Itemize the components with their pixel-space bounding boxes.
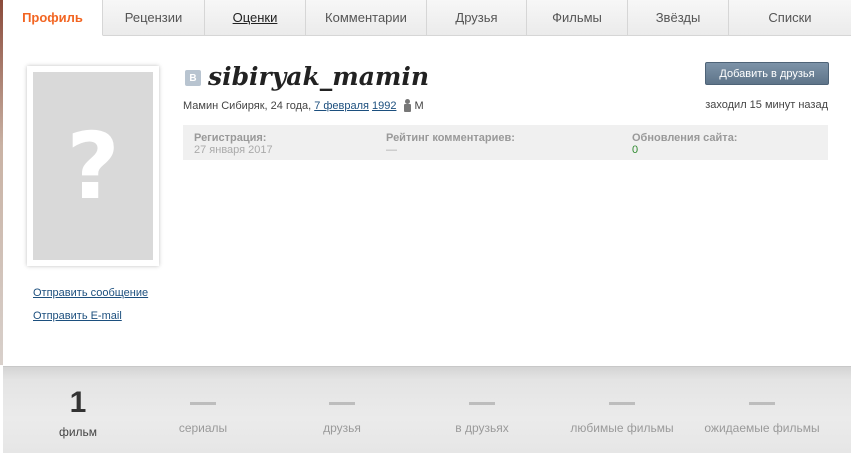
stat-value: —: [386, 144, 397, 156]
counter-label: сериалы: [178, 421, 228, 435]
empty-dash: [469, 402, 495, 405]
stat-label: Регистрация:: [194, 132, 267, 144]
avatar[interactable]: ?: [27, 66, 159, 266]
counters-bar: 1 фильм сериалы друзья в друзьях любимые…: [3, 366, 851, 453]
counter-favorite-films[interactable]: любимые фильмы: [552, 385, 692, 435]
tab-label: Оценки: [232, 10, 278, 25]
empty-dash: [329, 402, 355, 405]
tab-profile[interactable]: Профиль: [3, 0, 103, 36]
profile-username: sibiryak_mamin: [208, 62, 430, 91]
tab-lists[interactable]: Списки: [729, 0, 851, 36]
empty-dash: [190, 402, 216, 405]
stat-site-updates: Обновления сайта: 0: [632, 132, 737, 156]
background-strip: [0, 0, 3, 365]
tab-comments[interactable]: Комментарии: [306, 0, 427, 36]
counter-expected-films[interactable]: ожидаемые фильмы: [692, 385, 832, 435]
avatar-placeholder: ?: [33, 72, 153, 260]
gender-label: М: [414, 99, 424, 112]
last-seen-status: заходил 15 минут назад: [705, 99, 828, 111]
stat-comment-rating: Рейтинг комментариев: —: [386, 132, 515, 156]
profile-stats: Регистрация: 27 января 2017 Рейтинг комм…: [183, 125, 828, 160]
empty-dash: [609, 402, 635, 405]
tab-label: Фильмы: [552, 10, 602, 25]
stat-label: Рейтинг комментариев:: [386, 132, 515, 144]
counter-label: любимые фильмы: [570, 421, 674, 435]
tab-films[interactable]: Фильмы: [527, 0, 628, 36]
counter-friends[interactable]: друзья: [272, 385, 412, 435]
tab-label: Друзья: [455, 10, 498, 25]
stat-value: 27 января 2017: [194, 144, 273, 156]
counter-in-friends[interactable]: в друзьях: [412, 385, 552, 435]
counter-label: в друзьях: [455, 421, 509, 435]
tab-reviews[interactable]: Рецензии: [103, 0, 205, 36]
counter-films[interactable]: 1 фильм: [8, 385, 148, 439]
counter-label: друзья: [323, 421, 361, 435]
tab-ratings[interactable]: Оценки: [205, 0, 306, 36]
tab-stars[interactable]: Звёзды: [628, 0, 729, 36]
question-mark-icon: ?: [66, 112, 120, 220]
empty-dash: [749, 402, 775, 405]
tab-friends[interactable]: Друзья: [427, 0, 527, 36]
counter-label: фильм: [58, 425, 98, 439]
tab-label: Списки: [768, 10, 812, 25]
male-icon: [404, 99, 412, 112]
vk-icon[interactable]: B: [185, 70, 201, 86]
tab-label: Звёзды: [655, 10, 701, 25]
send-message-link[interactable]: Отправить сообщение: [33, 287, 148, 299]
profile-meta: Мамин Сибиряк, 24 года, 7 февраля 1992 М: [183, 99, 424, 112]
counter-value: 1: [69, 386, 87, 419]
tab-label: Рецензии: [124, 10, 183, 25]
birthday-link[interactable]: 7 февраля: [314, 100, 369, 112]
stat-label: Обновления сайта:: [632, 132, 738, 144]
counter-label: ожидаемые фильмы: [704, 421, 820, 435]
send-email-link[interactable]: Отправить E-mail: [33, 310, 122, 322]
tab-label: Комментарии: [325, 10, 407, 25]
tab-label: Профиль: [22, 10, 83, 25]
profile-tabs: Профиль Рецензии Оценки Комментарии Друз…: [3, 0, 851, 36]
name-age: Мамин Сибиряк, 24 года,: [183, 99, 312, 112]
stat-value: 0: [632, 144, 639, 156]
birth-year-link[interactable]: 1992: [372, 100, 396, 112]
counter-series[interactable]: сериалы: [133, 385, 273, 435]
add-friend-button[interactable]: Добавить в друзья: [705, 62, 829, 85]
stat-registration: Регистрация: 27 января 2017: [194, 132, 273, 156]
